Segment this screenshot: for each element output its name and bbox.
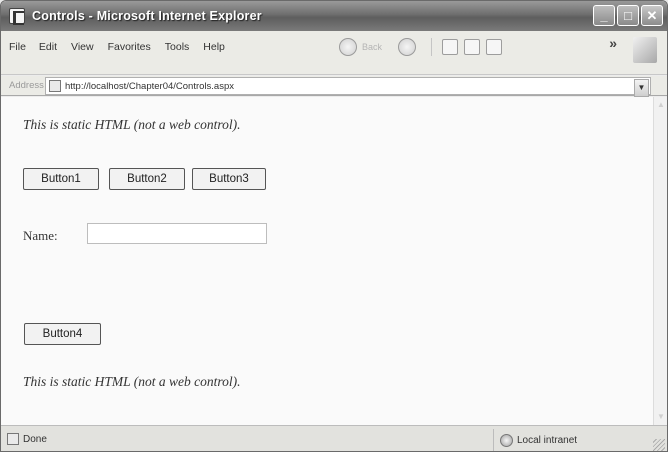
title-bar[interactable]: Controls - Microsoft Internet Explorer _… [1,1,667,31]
menu-file[interactable]: File [9,41,26,53]
menu-bar: File Edit View Favorites Tools Help Back… [1,31,667,75]
name-label: Name: [23,228,58,243]
address-label: Address [9,80,44,91]
close-button[interactable]: ✕ [641,5,663,26]
stop-icon[interactable] [442,39,459,55]
menu-tools[interactable]: Tools [165,41,190,53]
resize-grip-icon[interactable] [653,439,665,451]
minimize-button[interactable]: _ [593,5,615,26]
button2[interactable]: Button2 [109,168,185,190]
static-html-text-top: This is static HTML (not a web control). [23,117,241,132]
address-bar: Address http://localhost/Chapter04/Contr… [1,76,667,97]
forward-icon[interactable] [398,38,417,56]
static-html-text-bottom: This is static HTML (not a web control). [23,374,241,389]
menu-favorites[interactable]: Favorites [108,41,151,53]
page-content: This is static HTML (not a web control).… [1,97,667,425]
security-zone[interactable]: Local intranet [493,429,643,451]
scroll-up-icon[interactable]: ▲ [653,97,667,113]
address-url[interactable]: http://localhost/Chapter04/Controls.aspx [65,81,234,92]
scroll-down-icon[interactable]: ▼ [653,409,667,425]
zone-label: Local intranet [517,434,578,446]
local-intranet-icon [500,433,513,447]
address-dropdown-icon[interactable]: ▼ [634,79,649,97]
toolbar: Back [339,38,508,56]
button4[interactable]: Button4 [24,323,101,345]
window-title: Controls - Microsoft Internet Explorer [32,9,262,23]
toolbar-chevron-icon[interactable]: » [609,35,617,51]
menu-view[interactable]: View [71,41,94,53]
menu-list: File Edit View Favorites Tools Help [9,41,239,53]
back-icon[interactable] [339,38,357,56]
name-input[interactable] [87,223,267,244]
status-page-icon [7,433,19,445]
button1[interactable]: Button1 [23,168,99,190]
refresh-icon[interactable] [464,39,481,55]
back-label[interactable]: Back [362,42,382,52]
internet-explorer-icon [9,8,25,25]
button3[interactable]: Button3 [192,168,266,190]
menu-edit[interactable]: Edit [39,41,57,53]
address-input[interactable]: http://localhost/Chapter04/Controls.aspx… [45,77,651,97]
home-icon[interactable] [486,39,503,55]
vertical-scrollbar[interactable]: ▲ ▼ [653,97,667,425]
window-controls: _ □ ✕ [593,5,663,26]
maximize-button[interactable]: □ [617,5,639,26]
page-icon [49,80,61,92]
windows-logo-icon [633,37,657,63]
toolbar-separator [431,38,433,56]
browser-window: Controls - Microsoft Internet Explorer _… [0,0,668,452]
status-bar: Done Local intranet [1,425,667,451]
menu-help[interactable]: Help [203,41,225,53]
status-text: Done [23,434,47,445]
